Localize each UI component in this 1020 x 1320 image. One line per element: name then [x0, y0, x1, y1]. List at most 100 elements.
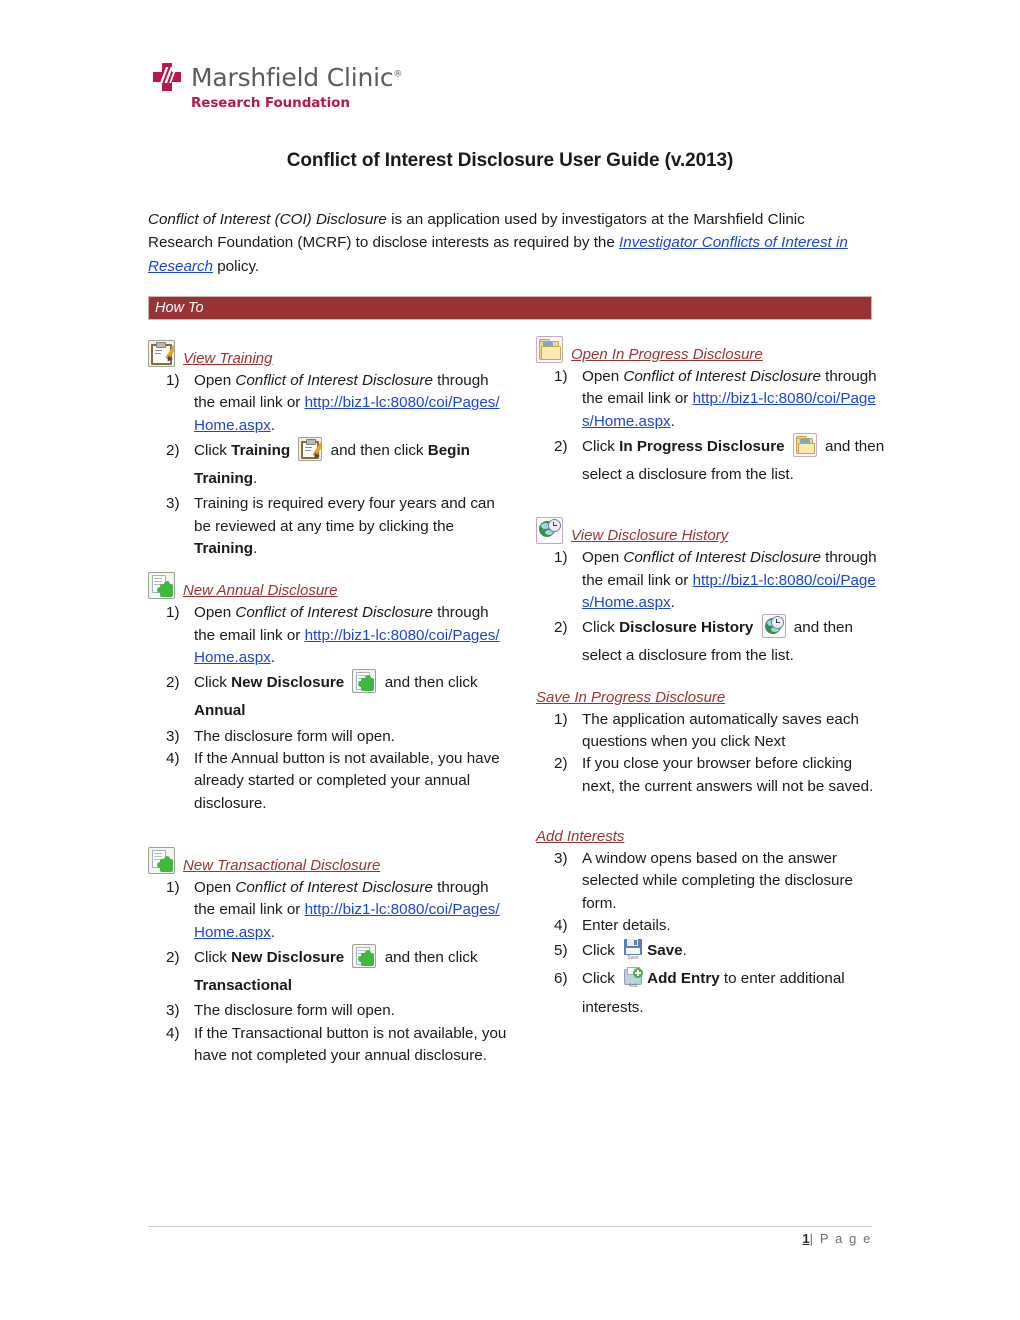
page-number: 1	[802, 1231, 810, 1246]
marshfield-clinic-logo: Marshfield Clinic® Research Foundation	[152, 62, 402, 111]
training-label: Training	[231, 442, 291, 460]
marshfield-cross-icon	[152, 62, 182, 92]
steps-list: Open Conflict of Interest Disclosure thr…	[148, 602, 508, 815]
app-name: Conflict of Interest Disclosure	[623, 368, 821, 385]
step-item: Click New Disclosure and then click Tran…	[166, 944, 508, 1000]
step-text: Open	[194, 372, 236, 389]
step-item: Open Conflict of Interest Disclosure thr…	[554, 366, 886, 433]
steps-list: Open Conflict of Interest Disclosure thr…	[148, 370, 508, 560]
step-item: Click Training and then click Begin Trai…	[166, 437, 508, 493]
section-header: New Annual Disclosure	[148, 572, 508, 600]
step-text: Open	[582, 549, 624, 567]
period: .	[270, 416, 276, 434]
period: .	[670, 412, 675, 430]
step-text: Click	[194, 442, 232, 460]
open-folder-icon	[792, 433, 817, 458]
section-header: Add Interests	[536, 828, 886, 846]
section-header: Save In Progress Disclosure	[536, 689, 886, 707]
section-title[interactable]: Add Interests	[536, 828, 624, 846]
save-label: Save	[647, 942, 683, 960]
annual-label: Annual	[194, 702, 246, 720]
document-green-puzzle-icon	[352, 669, 377, 694]
globe-clock-icon	[761, 614, 786, 639]
period: .	[670, 593, 675, 611]
transactional-label: Transactional	[194, 977, 292, 995]
step-item: The disclosure form will open.	[166, 726, 395, 749]
step-text-cont: and then click	[380, 949, 478, 966]
section-new-annual-disclosure: New Annual Disclosure Open Conflict of I…	[148, 572, 508, 815]
page-title: Conflict of Interest Disclosure User Gui…	[286, 150, 734, 171]
step-text: Open	[582, 368, 624, 385]
step-text: Click	[582, 970, 620, 988]
section-title[interactable]: View Training	[183, 350, 273, 368]
add-entry-label: Add Entry	[647, 970, 720, 988]
steps-list: Open Conflict of Interest Disclosure thr…	[536, 366, 886, 489]
step-item: The disclosure form will open.	[166, 1000, 395, 1023]
step-item: If you close your browser before clickin…	[554, 753, 874, 795]
steps-list: The application automatically saves each…	[536, 709, 886, 798]
step-text: Click	[582, 619, 620, 637]
intro-paragraph: Conflict of Interest (COI) Disclosure is…	[148, 208, 868, 278]
steps-list: A window opens based on the answer selec…	[536, 848, 886, 1022]
step-text: Open	[194, 604, 236, 622]
step-text: Training is required every four years an…	[194, 495, 495, 535]
floppy-disk-save-icon: Save	[623, 939, 643, 961]
section-header: New Transactional Disclosure	[148, 846, 508, 875]
section-view-disclosure-history: View Disclosure History Open Conflict of…	[536, 517, 886, 670]
section-new-transactional-disclosure: New Transactional Disclosure Open Confli…	[148, 846, 508, 1067]
section-title[interactable]: View Disclosure History	[571, 527, 728, 545]
step-item: Enter details.	[554, 915, 671, 938]
left-column: View Training Open Conflict of Interest …	[148, 340, 508, 1067]
step-item: Click Add Add Entry to enter additional …	[554, 965, 886, 1021]
section-title[interactable]: New Annual Disclosure	[183, 582, 338, 600]
section-title[interactable]: Save In Progress Disclosure	[536, 689, 725, 707]
footer-separator: |	[809, 1231, 815, 1246]
steps-list: Open Conflict of Interest Disclosure thr…	[148, 877, 508, 1067]
add-entry-icon: Add	[623, 967, 644, 989]
logo-row: Marshfield Clinic®	[152, 62, 402, 92]
step-item: Open Conflict of Interest Disclosure thr…	[166, 602, 508, 669]
period: .	[270, 649, 276, 666]
logo-wordmark: Marshfield Clinic®	[191, 63, 402, 92]
step-item: Open Conflict of Interest Disclosure thr…	[554, 547, 886, 614]
document-green-puzzle-icon	[352, 944, 377, 968]
period: .	[270, 923, 276, 941]
step-text-cont: and then click	[380, 674, 478, 692]
app-name: Conflict of Interest Disclosure	[235, 878, 433, 896]
step-text: Click	[582, 438, 620, 456]
step-text: Open	[194, 878, 236, 896]
section-header: View Disclosure History	[536, 517, 886, 545]
in-progress-disclosure-label: In Progress Disclosure	[619, 438, 785, 456]
how-to-label: How To	[155, 300, 204, 316]
disclosure-history-label: Disclosure History	[619, 619, 754, 637]
step-item: The application automatically saves each…	[554, 709, 859, 750]
new-disclosure-label: New Disclosure	[231, 949, 345, 966]
section-title[interactable]: Open In Progress Disclosure	[571, 346, 763, 364]
step-text: Click	[194, 949, 232, 966]
logo-name-text: Marshfield Clinic	[191, 62, 394, 92]
how-to-banner: How To	[148, 296, 872, 320]
document-page: Marshfield Clinic® Research Foundation C…	[0, 0, 1020, 1320]
section-add-interests: Add Interests A window opens based on th…	[536, 828, 886, 1022]
step-text: Click	[194, 674, 232, 692]
step-item: Click New Disclosure and then click Annu…	[166, 669, 508, 725]
step-item: Training is required every four years an…	[166, 493, 508, 560]
period: .	[253, 539, 258, 557]
step-text-cont: and then click	[326, 442, 428, 460]
footer-page-indicator: 1| P a g e	[802, 1231, 872, 1246]
new-disclosure-label: New Disclosure	[231, 674, 345, 692]
document-green-puzzle-icon	[148, 572, 175, 600]
intro-app-name: Conflict of Interest (COI) Disclosure	[148, 211, 387, 228]
period: .	[682, 942, 687, 960]
section-title[interactable]: New Transactional Disclosure	[183, 857, 380, 875]
steps-list: Open Conflict of Interest Disclosure thr…	[536, 547, 886, 670]
section-header: View Training	[148, 340, 508, 368]
period: .	[253, 470, 258, 488]
step-item: Open Conflict of Interest Disclosure thr…	[166, 370, 508, 437]
intro-text-2: policy.	[213, 257, 260, 275]
clipboard-pencil-icon	[298, 437, 323, 462]
step-item: Click Disclosure History and then select…	[554, 614, 886, 670]
app-name: Conflict of Interest Disclosure	[235, 372, 433, 389]
right-column: Open In Progress Disclosure Open Conflic…	[536, 336, 886, 1022]
step-text: Click	[582, 942, 620, 960]
